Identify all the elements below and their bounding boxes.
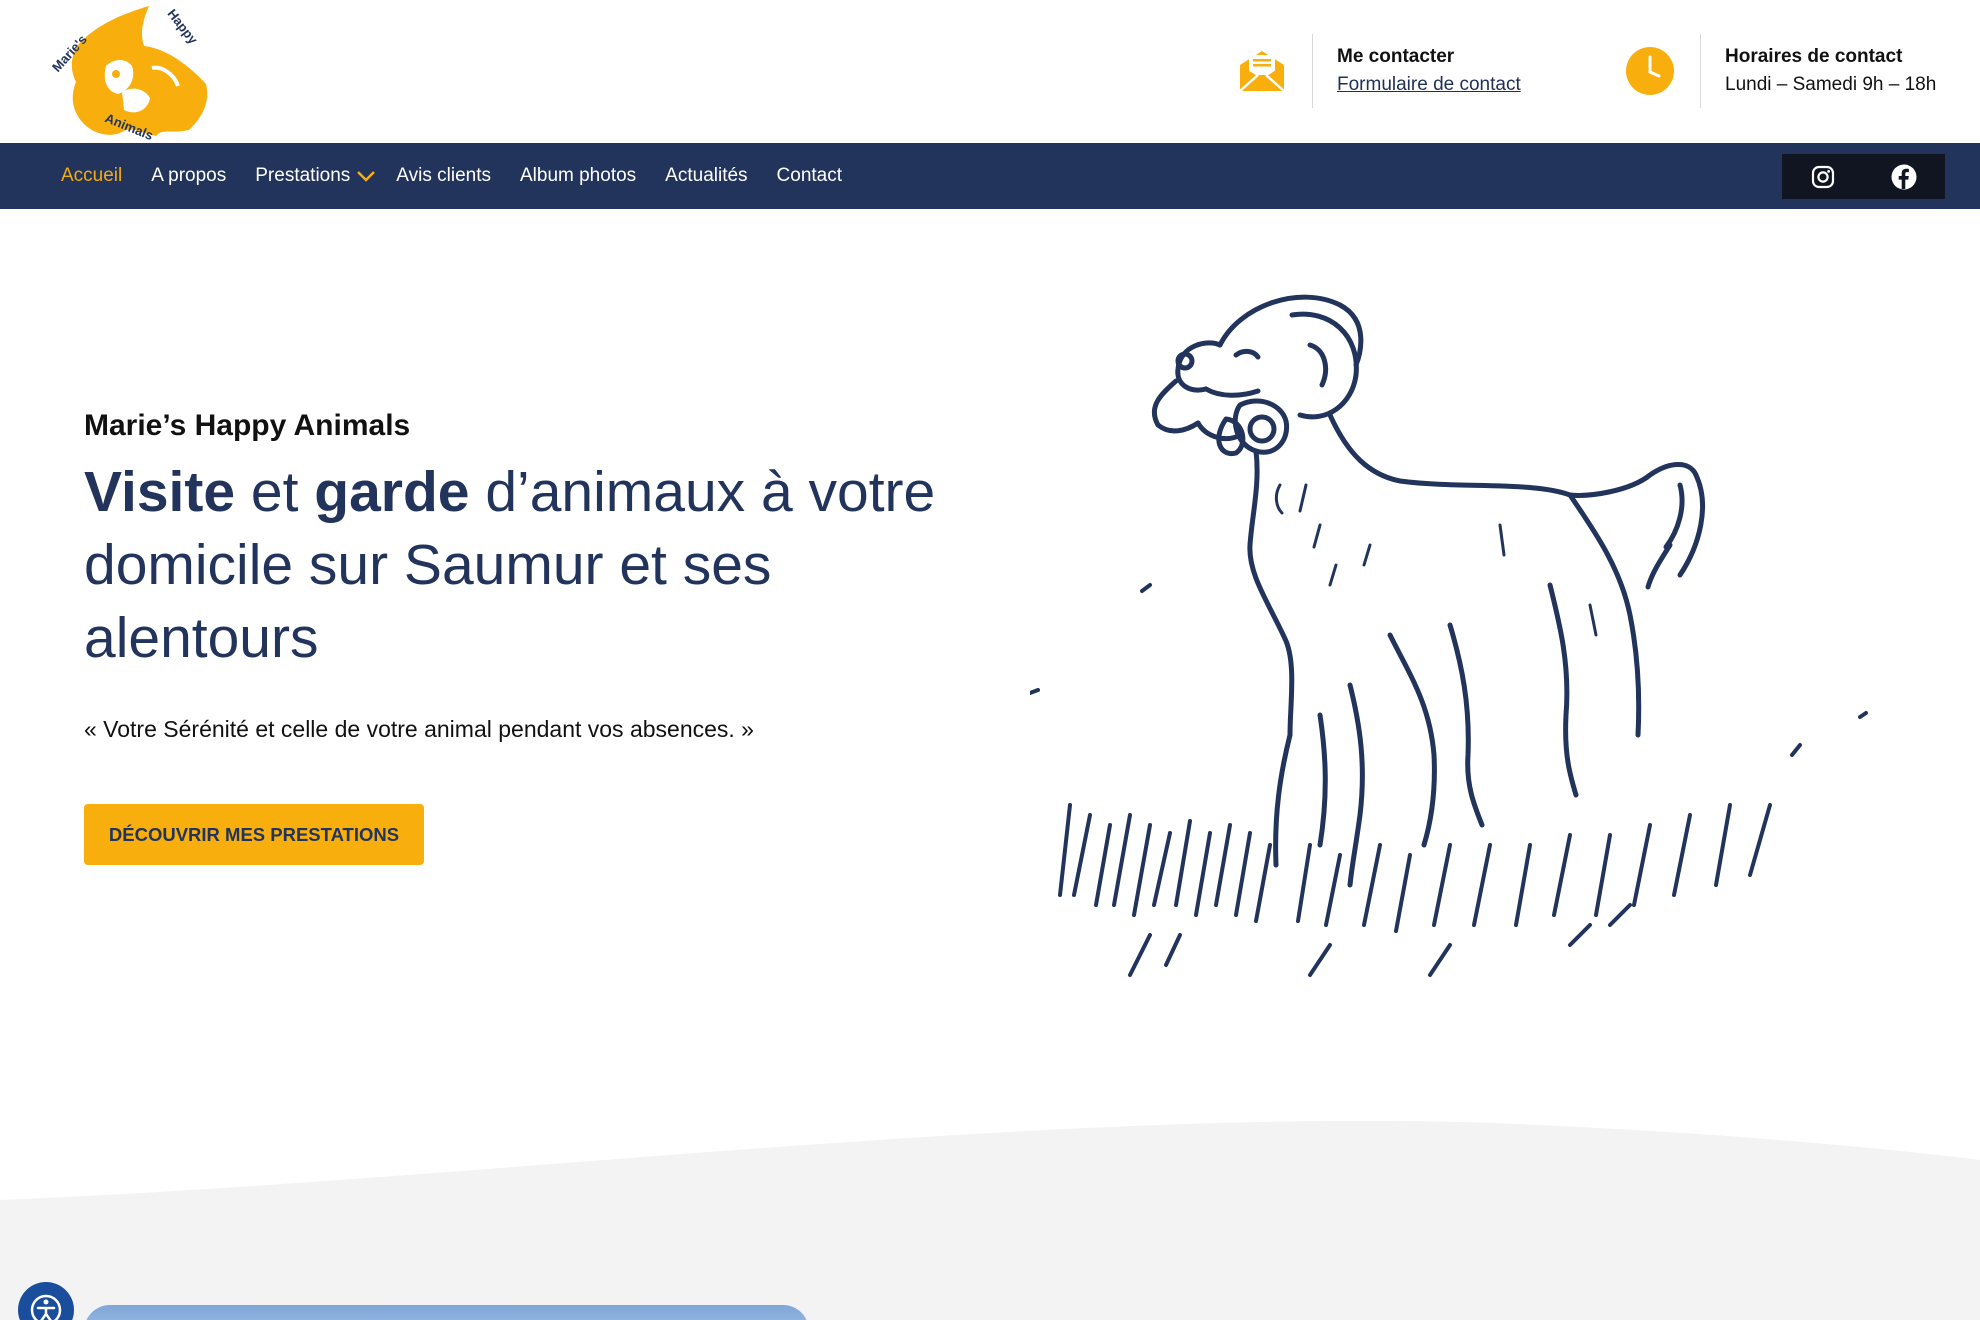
instagram-button[interactable] xyxy=(1782,154,1864,199)
hours-block: Horaires de contact Lundi – Samedi 9h – … xyxy=(1624,34,1936,108)
contact-form-link[interactable]: Formulaire de contact xyxy=(1337,74,1521,96)
hero-title: Visite et garde d’animaux à votre domici… xyxy=(84,456,984,675)
logo-text-happy: Happy xyxy=(165,6,202,47)
section-wave-background xyxy=(0,1120,1980,1320)
site-logo[interactable]: Marie's Happy Animals xyxy=(44,4,212,140)
hero-title-et: et xyxy=(235,460,315,524)
main-nav: Accueil A propos Prestations Avis client… xyxy=(0,143,1980,209)
hero-title-visite: Visite xyxy=(84,460,236,524)
hero-quote: « Votre Sérénité et celle de votre anima… xyxy=(84,716,754,742)
nav-item-album-photos[interactable]: Album photos xyxy=(520,165,636,187)
hero-subtitle: Marie’s Happy Animals xyxy=(84,409,411,442)
site-header: Marie's Happy Animals Me contacter Formu… xyxy=(0,0,1980,143)
facebook-button[interactable] xyxy=(1863,154,1945,199)
nav-item-a-propos[interactable]: A propos xyxy=(151,165,226,187)
photo-card xyxy=(84,1305,809,1320)
nav-item-contact[interactable]: Contact xyxy=(777,165,842,187)
clock-icon xyxy=(1624,45,1676,97)
dog-illustration xyxy=(1030,294,1868,977)
hours-title: Horaires de contact xyxy=(1725,46,1903,67)
chevron-down-icon xyxy=(357,171,376,182)
nav-item-actualites[interactable]: Actualités xyxy=(665,165,747,187)
divider xyxy=(1700,34,1701,108)
discover-services-button[interactable]: DÉCOUVRIR MES PRESTATIONS xyxy=(84,804,424,865)
contact-title: Me contacter xyxy=(1337,46,1455,67)
facebook-icon xyxy=(1891,164,1917,189)
hours-value: Lundi – Samedi 9h – 18h xyxy=(1725,74,1937,95)
nav-item-avis-clients[interactable]: Avis clients xyxy=(396,165,491,187)
contact-block: Me contacter Formulaire de contact xyxy=(1236,34,1521,108)
nav-item-accueil[interactable]: Accueil xyxy=(61,165,122,187)
nav-item-prestations-label: Prestations xyxy=(255,165,351,186)
hero-title-garde: garde xyxy=(314,460,470,524)
instagram-icon xyxy=(1811,165,1835,188)
nav-item-prestations[interactable]: Prestations xyxy=(255,165,376,187)
envelope-icon xyxy=(1236,45,1288,97)
accessibility-icon xyxy=(30,1294,62,1320)
divider xyxy=(1312,34,1313,108)
